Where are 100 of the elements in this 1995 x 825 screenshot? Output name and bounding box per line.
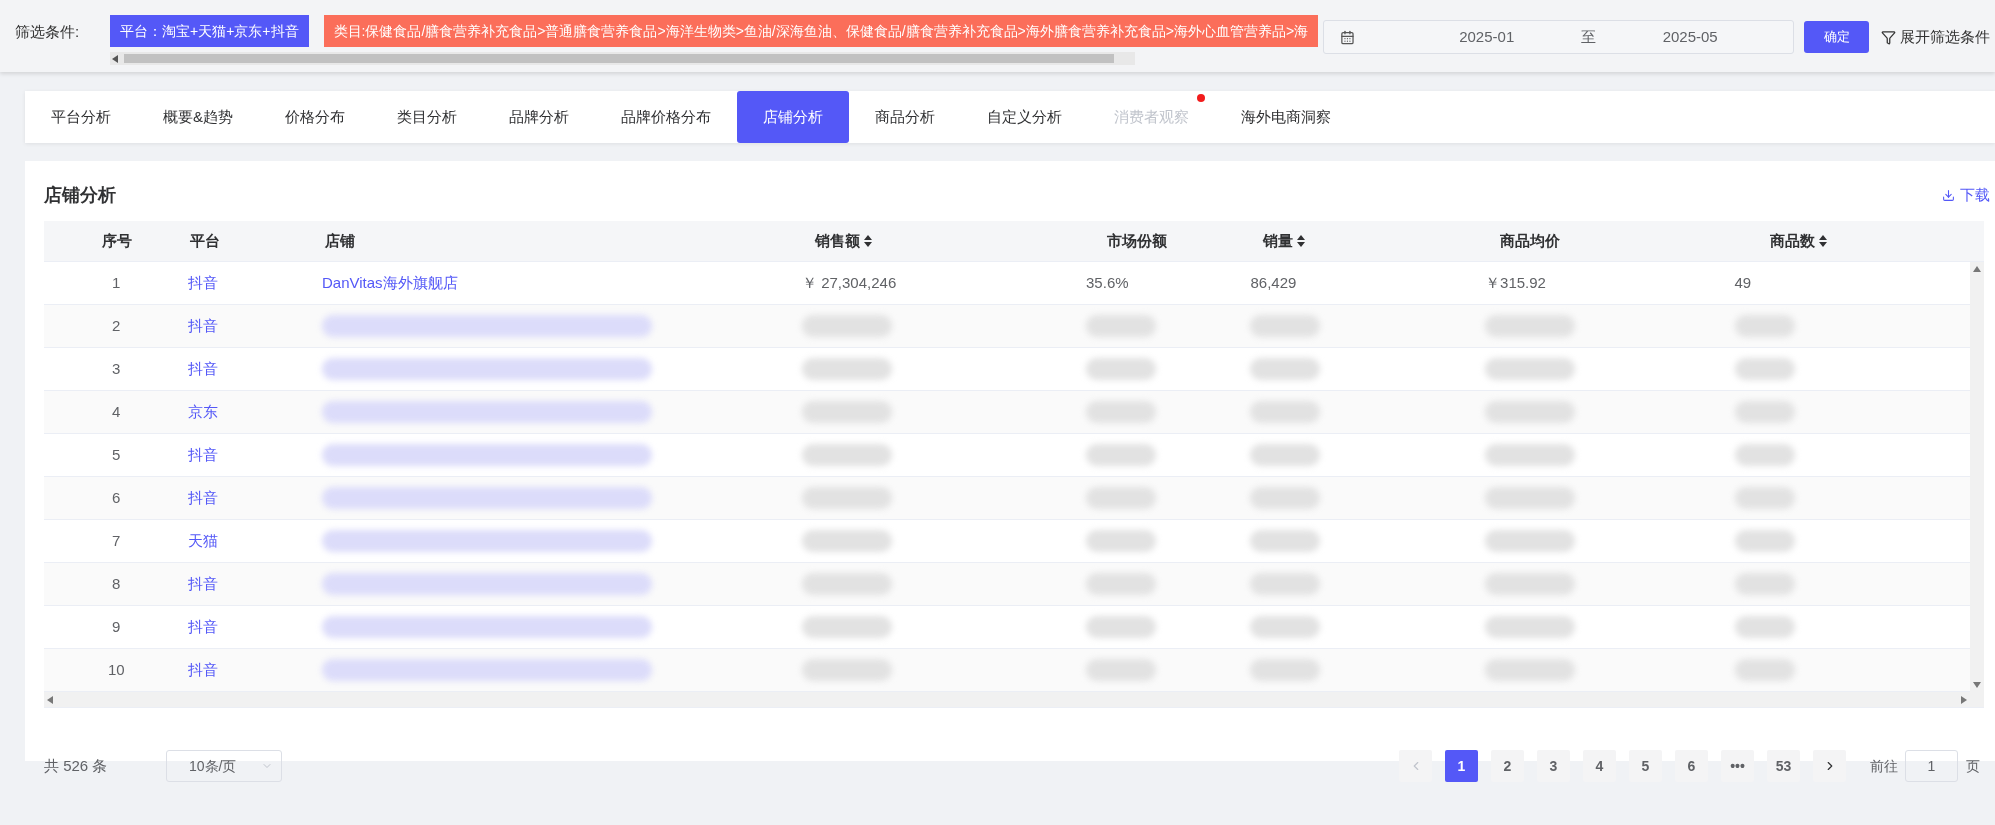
platform-link[interactable]: 抖音 — [188, 658, 219, 682]
blurred-text — [1086, 659, 1157, 681]
sort-icon[interactable] — [1297, 235, 1305, 247]
tab[interactable]: 价格分布 — [259, 91, 371, 143]
blurred-text — [1086, 487, 1157, 509]
blurred-text — [1250, 616, 1321, 638]
column-header: 商品均价 — [1500, 230, 1560, 251]
blurred-text — [1734, 401, 1795, 423]
blurred-text — [1734, 358, 1795, 380]
column-header: 店铺 — [325, 230, 355, 251]
platform-link[interactable]: 京东 — [188, 400, 219, 424]
page-button[interactable]: 2 — [1491, 750, 1524, 782]
blurred-text — [1250, 659, 1321, 681]
horizontal-scrollbar[interactable] — [110, 52, 1135, 65]
platform-link[interactable]: 抖音 — [188, 443, 219, 467]
tab[interactable]: 商品分析 — [849, 91, 961, 143]
blurred-text — [1734, 616, 1795, 638]
sort-icon[interactable] — [1819, 235, 1827, 247]
tab[interactable]: 品牌价格分布 — [595, 91, 737, 143]
goto-suffix: 页 — [1966, 756, 1980, 776]
blurred-text — [1086, 401, 1157, 423]
row-number: 8 — [112, 573, 121, 594]
total-count: 共 526 条 — [44, 755, 109, 776]
page-button[interactable]: 4 — [1583, 750, 1616, 782]
blurred-text — [1250, 487, 1321, 509]
blurred-text — [1086, 444, 1157, 466]
blurred-text — [1250, 401, 1321, 423]
vertical-scrollbar[interactable] — [1970, 262, 1984, 692]
column-header: 销售额 — [815, 230, 860, 251]
download-link[interactable]: 下载 — [1942, 183, 1990, 207]
filter-icon[interactable] — [1881, 29, 1896, 45]
tab[interactable]: 品牌分析 — [483, 91, 595, 143]
scroll-right-icon[interactable] — [1961, 695, 1967, 704]
scroll-up-icon[interactable] — [1973, 266, 1981, 272]
blurred-text — [1734, 315, 1795, 337]
row-number: 9 — [112, 616, 121, 637]
platform-link[interactable]: 抖音 — [188, 615, 219, 639]
blurred-text — [1086, 573, 1157, 595]
blurred-text — [1734, 444, 1795, 466]
platform-link[interactable]: 抖音 — [188, 572, 219, 596]
panel-title: 店铺分析 — [44, 183, 116, 207]
page-button[interactable]: 3 — [1537, 750, 1570, 782]
scroll-down-icon[interactable] — [1973, 682, 1981, 688]
blurred-text — [1250, 315, 1321, 337]
goto-page-field[interactable]: 1 — [1905, 750, 1958, 782]
column-header: 销量 — [1263, 230, 1293, 251]
platform-link[interactable]: 抖音 — [188, 314, 219, 338]
table-cell-text: ￥315.92 — [1485, 272, 1546, 293]
column-header: 商品数 — [1770, 230, 1815, 251]
platform-tag: 平台：淘宝+天猫+京东+抖音 — [110, 15, 309, 47]
table-cell-text: 49 — [1734, 272, 1752, 293]
table-horizontal-scrollbar[interactable] — [44, 692, 1984, 707]
row-number: 3 — [112, 358, 121, 379]
row-number: 5 — [112, 444, 121, 465]
blurred-text — [1734, 573, 1795, 595]
scroll-left-icon[interactable] — [47, 695, 53, 704]
tab[interactable]: 海外电商洞察 — [1215, 91, 1357, 143]
table-cell-text: 35.6% — [1086, 272, 1129, 293]
tab[interactable]: 店铺分析 — [737, 91, 849, 143]
blurred-text — [1086, 315, 1157, 337]
date-range-field[interactable]: 2025-01 至 2025-05 — [1323, 20, 1794, 54]
row-number: 7 — [112, 530, 121, 551]
table-cell-text: ￥ 27,304,246 — [802, 272, 897, 293]
tab[interactable]: 概要&趋势 — [137, 91, 259, 143]
column-header: 序号 — [102, 230, 132, 251]
filter-label: 筛选条件: — [15, 22, 81, 42]
blurred-text — [1734, 530, 1795, 552]
blurred-text — [1086, 616, 1157, 638]
column-header: 平台 — [190, 230, 220, 251]
expand-filter-button[interactable]: 展开筛选条件 — [1881, 21, 1990, 53]
category-tag: 类目:保健食品/膳食营养补充食品>普通膳食营养食品>海洋生物类>鱼油/深海鱼油、保健食品/膳食营养补充食品>海外膳食营养补充食品>海外心血管营养品>海 — [323, 15, 1319, 47]
blurred-text — [1250, 444, 1321, 466]
page-button[interactable]: 5 — [1629, 750, 1662, 782]
row-number: 4 — [112, 401, 121, 422]
row-number: 1 — [112, 272, 121, 293]
page-button[interactable]: 53 — [1767, 750, 1800, 782]
page-size-select[interactable]: 10条/页 — [166, 750, 282, 782]
platform-link[interactable]: 天猫 — [188, 529, 219, 553]
confirm-button[interactable]: 确定 — [1804, 21, 1869, 53]
blurred-text — [1250, 530, 1321, 552]
page-button[interactable]: ••• — [1721, 750, 1754, 782]
blurred-text — [1734, 487, 1795, 509]
table-cell-text: 86,429 — [1250, 272, 1297, 293]
column-header: 市场份额 — [1107, 230, 1167, 251]
blurred-text — [1250, 358, 1321, 380]
goto-label: 前往 — [1870, 756, 1898, 776]
shop-link[interactable]: DanVitas海外旗舰店 — [322, 271, 458, 295]
blurred-text — [1734, 659, 1795, 681]
sort-icon[interactable] — [864, 235, 872, 247]
tab[interactable]: 平台分析 — [25, 91, 137, 143]
scroll-left-icon[interactable] — [112, 54, 118, 63]
platform-link[interactable]: 抖音 — [188, 357, 219, 381]
platform-link[interactable]: 抖音 — [188, 271, 219, 295]
tab[interactable]: 类目分析 — [371, 91, 483, 143]
page-button[interactable]: 6 — [1675, 750, 1708, 782]
platform-link[interactable]: 抖音 — [188, 486, 219, 510]
blurred-text — [1086, 358, 1157, 380]
download-icon[interactable] — [1942, 188, 1955, 202]
tab[interactable]: 自定义分析 — [961, 91, 1088, 143]
page-button[interactable]: 1 — [1445, 750, 1478, 782]
